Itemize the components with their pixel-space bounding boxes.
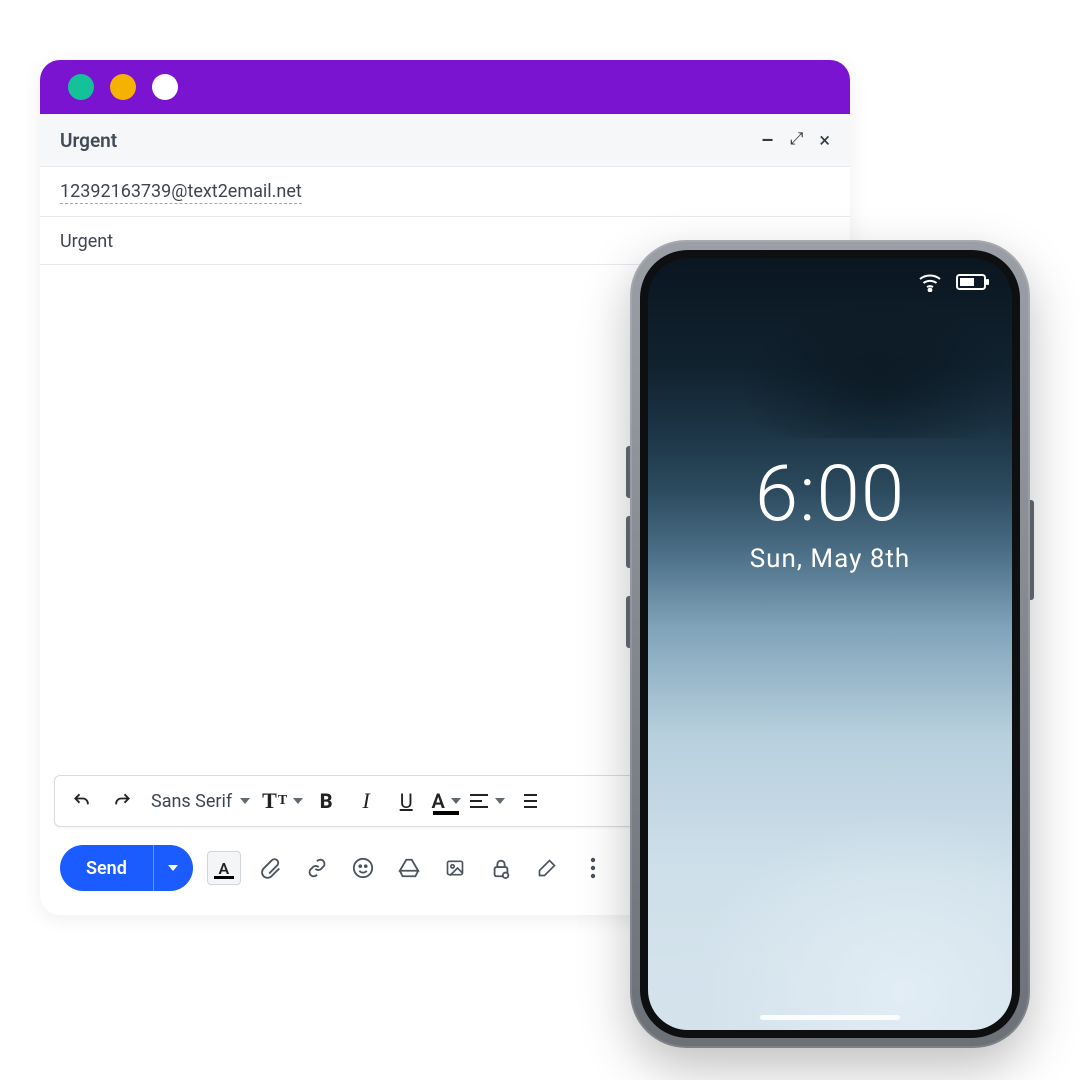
confidential-icon[interactable] — [485, 852, 517, 884]
more-icon[interactable] — [577, 852, 609, 884]
bold-button[interactable]: B — [309, 783, 343, 819]
font-family-label: Sans Serif — [151, 791, 232, 812]
window-dot-close[interactable] — [68, 74, 94, 100]
text-color-button[interactable]: A — [429, 783, 463, 819]
list-button[interactable] — [511, 783, 545, 819]
signature-icon[interactable] — [531, 852, 563, 884]
titlebar — [40, 60, 850, 114]
compose-header: Urgent – ⤢ × — [40, 114, 850, 167]
send-label: Send — [60, 845, 153, 891]
window-dot-maximize[interactable] — [152, 74, 178, 100]
link-icon[interactable] — [301, 852, 333, 884]
phone-status-bar — [918, 272, 990, 296]
wifi-icon — [918, 272, 942, 296]
recipient-field[interactable]: 12392163739@text2email.net — [40, 167, 850, 217]
emoji-icon[interactable] — [347, 852, 379, 884]
attach-icon[interactable] — [255, 852, 287, 884]
lockscreen-date: Sun, May 8th — [648, 544, 1012, 574]
minimize-icon[interactable]: – — [761, 128, 774, 152]
lockscreen-time: 6:00 — [648, 456, 1012, 534]
font-size-button[interactable]: TT — [262, 783, 303, 819]
chevron-down-icon — [293, 798, 303, 804]
image-icon[interactable] — [439, 852, 471, 884]
redo-button[interactable] — [105, 783, 139, 819]
font-family-picker[interactable]: Sans Serif — [145, 791, 256, 812]
phone-mockup: 6:00 Sun, May 8th — [630, 240, 1030, 1048]
chevron-down-icon — [495, 798, 505, 804]
lockscreen-clock: 6:00 Sun, May 8th — [648, 456, 1012, 574]
italic-button[interactable]: I — [349, 783, 383, 819]
window-controls: – ⤢ × — [761, 128, 830, 152]
send-button[interactable]: Send — [60, 845, 193, 891]
align-button[interactable] — [469, 783, 505, 819]
close-icon[interactable]: × — [819, 128, 830, 152]
compose-title: Urgent — [60, 129, 117, 152]
undo-button[interactable] — [65, 783, 99, 819]
home-indicator[interactable] — [760, 1015, 900, 1020]
send-options-button[interactable] — [153, 845, 193, 891]
drive-icon[interactable] — [393, 852, 425, 884]
battery-icon — [956, 273, 990, 295]
underline-button[interactable]: U — [389, 783, 423, 819]
recipient-chip[interactable]: 12392163739@text2email.net — [60, 181, 302, 204]
chevron-down-icon — [240, 798, 250, 804]
phone-screen: 6:00 Sun, May 8th — [640, 250, 1020, 1038]
chevron-down-icon — [168, 865, 178, 871]
popout-icon[interactable]: ⤢ — [790, 129, 804, 149]
chevron-down-icon — [451, 798, 461, 804]
window-dot-minimize[interactable] — [110, 74, 136, 100]
formatting-toggle-button[interactable]: A — [207, 851, 241, 885]
